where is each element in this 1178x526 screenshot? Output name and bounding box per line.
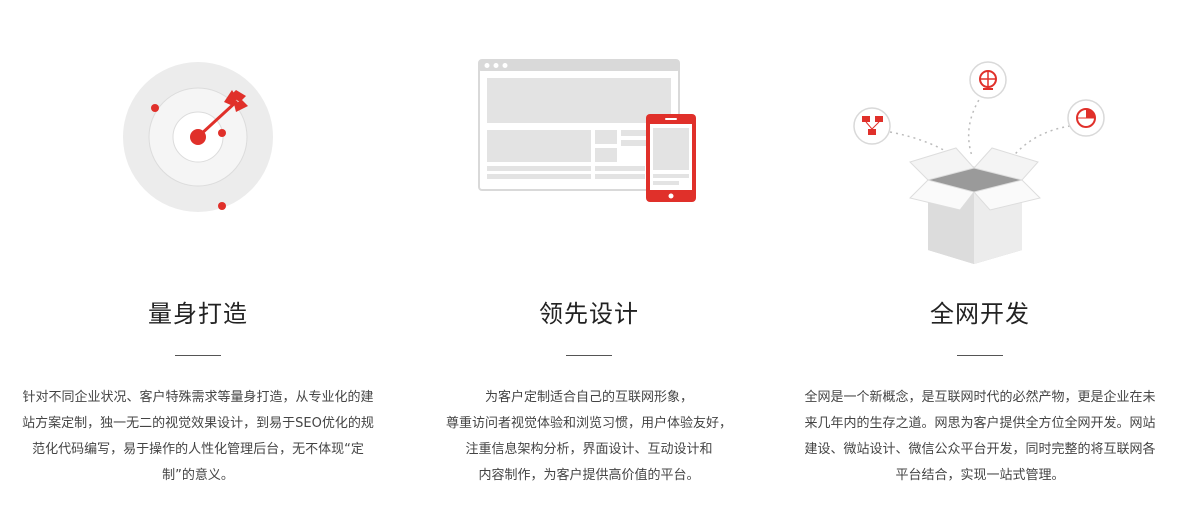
description-line: 注重信息架构分析，界面设计、互动设计和 [465,442,713,457]
feature-description: 全网是一个新概念，是互联网时代的必然产物，更是企业在未 来几年内的生存之道。网思… [782,385,1178,489]
feature-custom: 量身打造 针对不同企业状况、客户特殊需求等量身打造，从专业化的建 站方案定制，独… [0,0,396,526]
title-divider [957,355,1003,356]
description-line: 全网是一个新概念，是互联网时代的必然产物，更是企业在未 [804,390,1156,405]
responsive-devices-icon [393,40,785,280]
feature-design: 领先设计 为客户定制适合自己的互联网形象， 尊重访问者视觉体验和浏览习惯，用户体… [393,0,785,526]
title-divider [175,355,221,356]
open-box-network-icon [782,40,1178,280]
feature-fullnet: 全网开发 全网是一个新概念，是互联网时代的必然产物，更是企业在未 来几年内的生存… [782,0,1178,526]
description-line: 范化代码编写，易于操作的人性化管理后台，无不体现“定 [32,442,364,457]
description-line: 站方案定制，独一无二的视觉效果设计，到易于SEO优化的规 [22,416,374,431]
target-dart-icon [0,40,396,280]
feature-title: 全网开发 [930,300,1030,328]
feature-description: 针对不同企业状况、客户特殊需求等量身打造，从专业化的建 站方案定制，独一无二的视… [0,385,396,489]
description-line: 为客户定制适合自己的互联网形象， [484,390,693,405]
description-line: 内容制作，为客户提供高价值的平台。 [478,468,700,483]
description-line: 来几年内的生存之道。网思为客户提供全方位全网开发。网站 [804,416,1156,431]
description-line: 平台结合，实现一站式管理。 [895,468,1065,483]
description-line: 建设、微站设计、微信公众平台开发，同时完整的将互联网各 [804,442,1156,457]
features-section: 量身打造 针对不同企业状况、客户特殊需求等量身打造，从专业化的建 站方案定制，独… [0,0,1178,526]
feature-description: 为客户定制适合自己的互联网形象， 尊重访问者视觉体验和浏览习惯，用户体验友好， … [393,385,785,489]
description-line: 制”的意义。 [162,468,234,483]
feature-title: 量身打造 [148,300,248,328]
feature-title: 领先设计 [539,300,639,328]
description-line: 针对不同企业状况、客户特殊需求等量身打造，从专业化的建 [22,390,374,405]
description-line: 尊重访问者视觉体验和浏览习惯，用户体验友好， [445,416,732,431]
title-divider [566,355,612,356]
